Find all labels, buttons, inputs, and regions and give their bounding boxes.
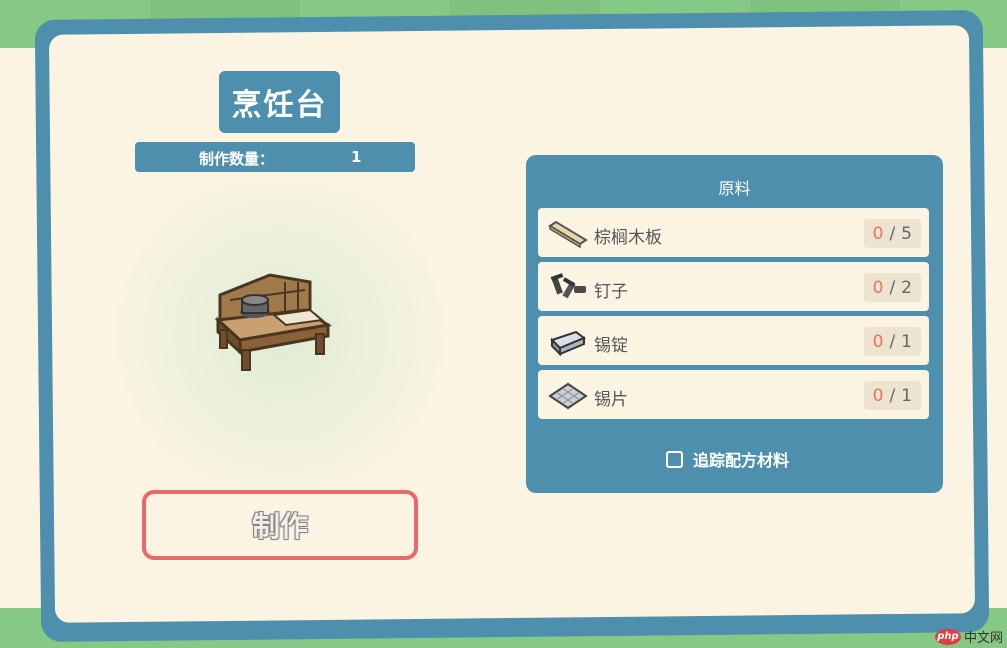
materials-title: 原料	[718, 179, 751, 198]
material-count: 0/1	[863, 327, 921, 356]
quantity-bar[interactable]: 制作数量： 1	[135, 142, 415, 172]
material-name: 棕榈木板	[594, 228, 662, 248]
material-name: 锡锭	[594, 336, 628, 356]
material-row[interactable]: 锡片 0/1	[538, 370, 929, 419]
material-row[interactable]: 棕榈木板 0/5	[538, 208, 929, 257]
tin-sheet-icon	[548, 382, 588, 410]
track-label: 追踪配方材料	[693, 451, 790, 470]
material-name: 钉子	[594, 282, 628, 302]
material-have: 0	[872, 385, 884, 406]
recipe-title: 烹饪台	[219, 71, 340, 133]
material-need: 2	[901, 277, 912, 298]
materials-panel: 原料 棕榈木板 0/5 钉子 0/2 锡锭 0/1 锡片 0 / 1 追踪配方材…	[526, 155, 943, 493]
material-have: 0	[872, 223, 884, 244]
quantity-label: 制作数量：	[199, 150, 275, 168]
quantity-value[interactable]: 1	[351, 148, 361, 166]
watermark-text: 中文网	[963, 631, 1003, 646]
material-count: 0/2	[863, 273, 921, 302]
track-recipe-toggle[interactable]: 追踪配方材料	[666, 447, 789, 471]
material-row[interactable]: 锡锭 0/1	[538, 316, 929, 365]
material-name: 锡片	[594, 390, 628, 410]
watermark-logo: php	[934, 628, 961, 645]
material-have: 0	[872, 331, 884, 352]
track-checkbox[interactable]	[666, 450, 683, 468]
cooking-bench-icon	[214, 273, 333, 371]
craft-button[interactable]: 制作	[142, 490, 418, 560]
material-have: 0	[872, 277, 884, 298]
material-need: 5	[901, 223, 912, 244]
palm-plank-icon	[548, 220, 588, 249]
tin-ingot-icon	[550, 330, 586, 357]
site-watermark: php 中文网	[934, 627, 1003, 646]
material-row[interactable]: 钉子 0/2	[538, 262, 929, 311]
material-count: 0/5	[863, 219, 921, 248]
material-need: 1	[901, 331, 912, 352]
material-count: 0/1	[863, 381, 921, 410]
material-need: 1	[901, 385, 912, 406]
nails-icon	[550, 273, 586, 299]
